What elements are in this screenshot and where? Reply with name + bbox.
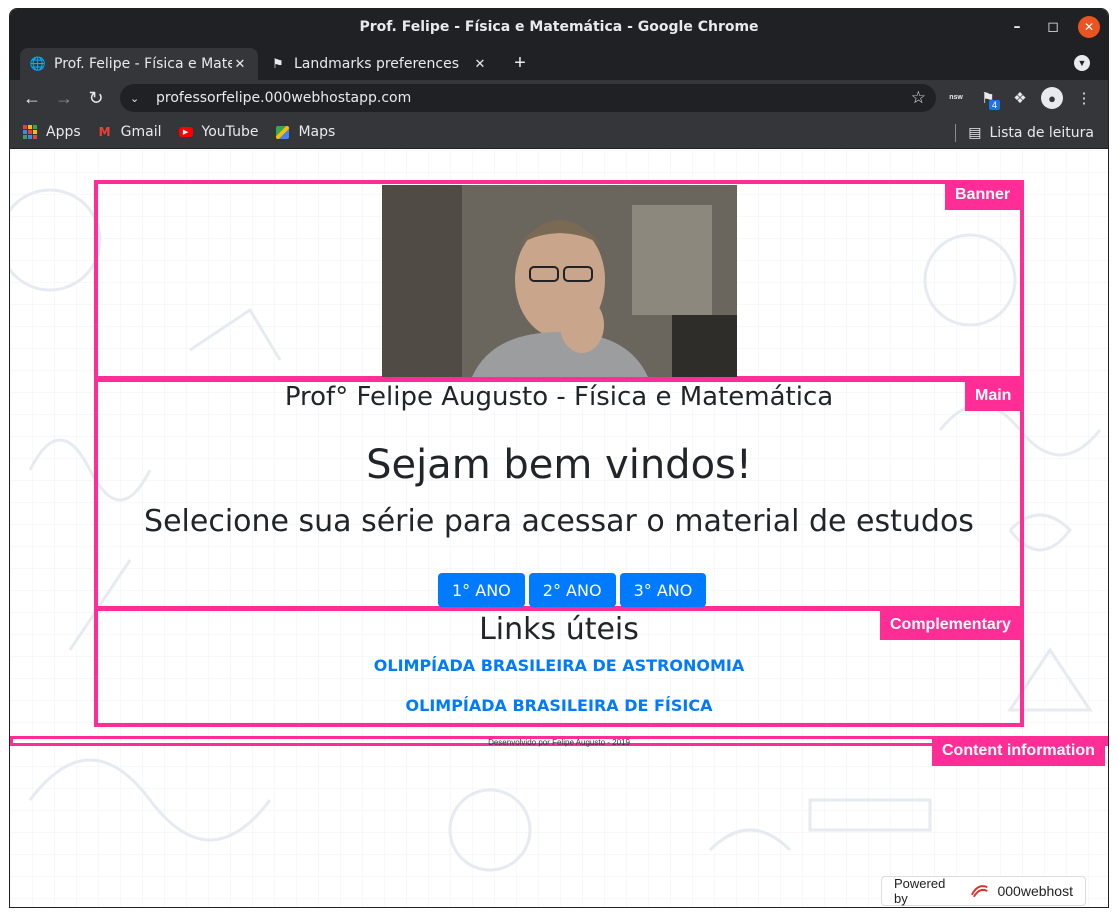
nsw-label: nsw bbox=[949, 94, 963, 101]
page-viewport: Banner Main Prof° Felipe Augusto - Físic… bbox=[10, 150, 1108, 907]
ano-2-button[interactable]: 2° ANO bbox=[528, 573, 616, 607]
landmarks-extension-icon[interactable]: ⚑ 4 bbox=[976, 84, 1000, 112]
ano-1-button[interactable]: 1° ANO bbox=[438, 573, 525, 607]
page-title: Prof° Felipe Augusto - Física e Matemáti… bbox=[284, 382, 834, 412]
title-bar: Prof. Felipe - Física e Matemática - Goo… bbox=[10, 9, 1108, 45]
teacher-photo bbox=[382, 185, 737, 377]
tab-label: Landmarks preferences bbox=[294, 56, 459, 72]
window-controls: – ◻ ✕ bbox=[1006, 16, 1100, 38]
back-icon[interactable]: ← bbox=[16, 84, 48, 112]
window-title: Prof. Felipe - Física e Matemática - Goo… bbox=[359, 19, 759, 35]
gmail-icon: M bbox=[98, 125, 111, 139]
reload-icon[interactable]: ↻ bbox=[80, 84, 112, 112]
series-buttons: 1° ANO 2° ANO 3° ANO bbox=[438, 573, 707, 607]
powered-by-badge[interactable]: Powered by 000webhost bbox=[881, 876, 1086, 906]
browser-toolbar: ← → ↻ ⌄ professorfelipe.000webhostapp.co… bbox=[10, 80, 1108, 116]
obf-link[interactable]: OLIMPÍADA BRASILEIRA DE FÍSICA bbox=[96, 696, 1022, 715]
apps-grid-icon bbox=[22, 124, 38, 140]
extension-badge: 4 bbox=[988, 100, 1000, 110]
new-tab-icon[interactable]: + bbox=[508, 51, 532, 75]
tab-label: Prof. Felipe - Física e Matemática bbox=[54, 56, 232, 72]
bookmarks-bar: Apps M Gmail ▶ YouTube Maps ▤ Lista de l… bbox=[10, 116, 1108, 149]
extensions-area: nsw ⚑ 4 ❖ ● ⋮ bbox=[944, 84, 1096, 112]
browser-window: Prof. Felipe - Física e Matemática - Goo… bbox=[9, 8, 1109, 908]
webhost-logo-icon bbox=[971, 885, 989, 898]
footer-credit: Desenvolvido por Felipe Augusto - 2019 bbox=[488, 738, 630, 747]
teacher-photo-art bbox=[382, 185, 737, 377]
powered-prefix: Powered by bbox=[894, 876, 946, 906]
reading-list-icon: ▤ bbox=[968, 124, 982, 141]
welcome-heading: Sejam bem vindos! bbox=[366, 442, 752, 488]
bookmark-apps[interactable]: Apps bbox=[22, 124, 81, 140]
bookmark-gmail[interactable]: M Gmail bbox=[97, 124, 162, 140]
minimize-icon[interactable]: – bbox=[1006, 16, 1028, 38]
bookmark-maps[interactable]: Maps bbox=[274, 124, 335, 140]
puzzle-icon[interactable]: ❖ bbox=[1008, 84, 1032, 112]
tab-prof-felipe[interactable]: 🌐 Prof. Felipe - Física e Matemática ✕ bbox=[20, 48, 258, 80]
close-window-icon[interactable]: ✕ bbox=[1078, 16, 1100, 38]
menu-icon[interactable]: ⋮ bbox=[1072, 84, 1096, 112]
forward-icon[interactable]: → bbox=[48, 84, 80, 112]
bookmark-label: Apps bbox=[46, 124, 81, 140]
avatar: ● bbox=[1041, 87, 1063, 109]
obaastronomia-link[interactable]: OLIMPÍADA BRASILEIRA DE ASTRONOMIA bbox=[96, 656, 1022, 675]
close-tab-icon[interactable]: ✕ bbox=[232, 57, 248, 72]
bookmark-star-icon[interactable]: ☆ bbox=[911, 88, 926, 108]
reading-list-label: Lista de leitura bbox=[989, 124, 1094, 141]
links-heading: Links úteis bbox=[479, 612, 639, 647]
bookmark-youtube[interactable]: ▶ YouTube bbox=[178, 124, 259, 140]
bookmark-label: YouTube bbox=[201, 124, 259, 140]
divider bbox=[955, 123, 957, 142]
ano-3-button[interactable]: 3° ANO bbox=[619, 573, 707, 607]
banner-label: Banner bbox=[945, 180, 1021, 210]
profile-icon[interactable]: ● bbox=[1040, 84, 1064, 112]
close-tab-icon[interactable]: ✕ bbox=[472, 57, 488, 72]
maps-icon bbox=[274, 124, 290, 140]
reading-list-button[interactable]: ▤ Lista de leitura bbox=[955, 116, 1094, 149]
tab-strip: 🌐 Prof. Felipe - Física e Matemática ✕ ⚑… bbox=[10, 45, 1108, 80]
select-series-heading: Selecione sua série para acessar o mater… bbox=[144, 504, 974, 539]
maximize-icon[interactable]: ◻ bbox=[1042, 16, 1064, 38]
youtube-icon: ▶ bbox=[178, 124, 194, 140]
nsw-extension-icon[interactable]: nsw bbox=[944, 84, 968, 112]
tab-search-icon[interactable]: ▼ bbox=[1074, 55, 1090, 71]
url-text[interactable]: professorfelipe.000webhostapp.com bbox=[156, 90, 911, 106]
tab-landmarks-preferences[interactable]: ⚑ Landmarks preferences ✕ bbox=[260, 48, 498, 80]
globe-icon: 🌐 bbox=[29, 56, 47, 72]
address-bar[interactable]: ⌄ professorfelipe.000webhostapp.com ☆ bbox=[120, 84, 936, 112]
chevron-down-icon[interactable]: ⌄ bbox=[130, 92, 148, 105]
powered-brand: 000webhost bbox=[997, 883, 1073, 899]
bookmark-label: Maps bbox=[298, 124, 336, 140]
bookmark-label: Gmail bbox=[120, 124, 162, 140]
flag-icon: ⚑ bbox=[272, 56, 284, 72]
